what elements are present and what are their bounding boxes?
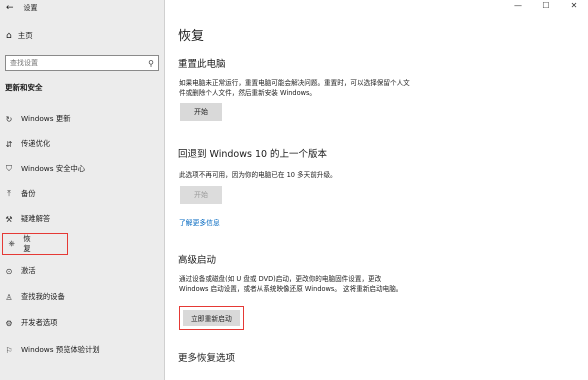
reset-start-button[interactable]: 开始	[180, 103, 222, 121]
home-icon: ⌂	[6, 30, 12, 41]
sidebar-item-activation[interactable]: ⊙ 激活	[4, 261, 36, 281]
goback-description: 此选项不再可用，因为你的电脑已在 10 多天前升级。	[179, 171, 337, 179]
sidebar: ← 设置 ⌂ 主页 ⚲ 更新和安全 ↻ Windows 更新 ⇵ 传递优化 ⛉ …	[0, 0, 165, 380]
developer-icon: ⚙	[5, 318, 13, 328]
learn-more-link[interactable]: 了解更多信息	[179, 217, 220, 227]
home-label: 主页	[17, 31, 33, 40]
sidebar-item-troubleshoot[interactable]: ⚒ 疑难解答	[4, 209, 50, 229]
backup-icon: ⤒	[7, 189, 11, 198]
wrench-icon: ⚒	[5, 214, 13, 224]
shield-icon: ⛉	[6, 164, 12, 173]
restart-now-button[interactable]: 立即重新启动	[183, 310, 240, 326]
sidebar-item-delivery-optimization[interactable]: ⇵ 传递优化	[4, 134, 51, 154]
sidebar-item-windows-update[interactable]: ↻ Windows 更新	[4, 109, 71, 129]
home-link[interactable]: ⌂ 主页	[6, 30, 33, 41]
more-recovery-heading: 更多恢复选项	[178, 353, 236, 364]
sidebar-item-label: 传递优化	[21, 139, 51, 148]
main-content: 恢复 重置此电脑 如果电脑未正常运行，重置电脑可能会解决问题。重置时，可以选择保…	[178, 0, 588, 380]
sidebar-item-label: 恢复	[23, 234, 31, 253]
find-device-icon: ♙	[5, 292, 13, 302]
delivery-icon: ⇵	[5, 139, 13, 149]
advanced-startup-description: 通过设备或磁盘(如 U 盘或 DVD)启动，更改你的电脑固件设置，更改 Wind…	[179, 275, 403, 293]
titlebar-left: ← 设置	[6, 2, 38, 14]
sidebar-item-label: 开发者选项	[21, 318, 58, 327]
goback-heading: 回退到 Windows 10 的上一个版本	[178, 149, 328, 160]
search-icon[interactable]: ⚲	[148, 59, 154, 68]
sidebar-item-label: 备份	[21, 189, 36, 198]
window-title: 设置	[23, 4, 38, 12]
sidebar-item-label: Windows 更新	[21, 114, 71, 123]
sidebar-item-windows-security[interactable]: ⛉ Windows 安全中心	[4, 159, 85, 179]
reset-description: 如果电脑未正常运行，重置电脑可能会解决问题。重置时，可以选择保留个人文件或删除个…	[179, 79, 410, 97]
search-box[interactable]: ⚲	[5, 55, 159, 71]
section-title: 更新和安全	[5, 83, 43, 92]
sidebar-item-label: 疑难解答	[21, 214, 51, 223]
activation-icon: ⊙	[5, 266, 13, 276]
back-arrow-icon[interactable]: ←	[6, 3, 14, 13]
sidebar-item-find-my-device[interactable]: ♙ 查找我的设备	[4, 287, 65, 307]
advanced-startup-heading: 高级启动	[178, 255, 217, 266]
sidebar-item-developer-options[interactable]: ⚙ 开发者选项	[4, 313, 57, 333]
goback-start-button[interactable]: 开始	[180, 186, 222, 204]
reset-heading: 重置此电脑	[178, 59, 226, 70]
search-input[interactable]	[10, 59, 130, 67]
sidebar-item-label: 查找我的设备	[21, 292, 65, 301]
page-title: 恢复	[178, 29, 205, 44]
sidebar-item-label: Windows 安全中心	[21, 164, 86, 173]
sidebar-item-label: Windows 预览体验计划	[21, 345, 100, 354]
recovery-icon: ⎈	[8, 239, 15, 248]
insider-icon: ⚐	[5, 345, 13, 355]
sidebar-item-backup[interactable]: ⤒ 备份	[4, 184, 36, 204]
sidebar-item-insider-program[interactable]: ⚐ Windows 预览体验计划	[4, 340, 100, 360]
restart-highlight: 立即重新启动	[179, 306, 244, 330]
refresh-icon: ↻	[5, 114, 13, 124]
sidebar-item-label: 激活	[21, 266, 36, 275]
sidebar-item-recovery[interactable]: ⎈ 恢复	[2, 233, 68, 255]
